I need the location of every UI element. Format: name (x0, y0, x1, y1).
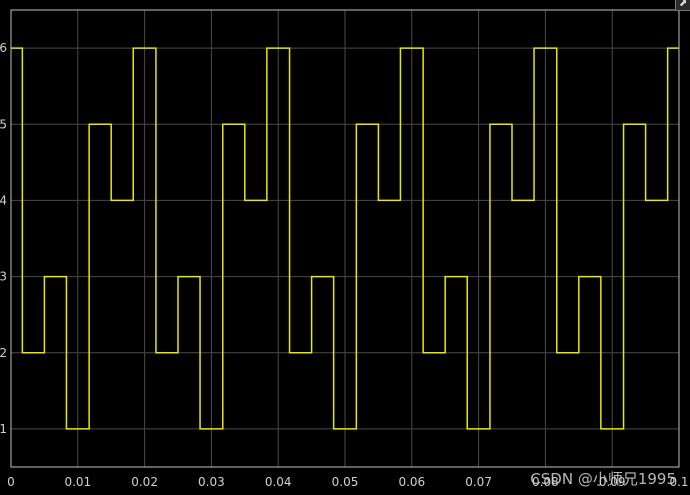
chart: 123456 0 0.01 0.02 0.03 0.04 0.05 0.06 0.07 0.08… (0, 9, 689, 489)
x-tick-label: 0.06 (398, 475, 425, 489)
y-tick-labels: 1 2 3 4 5 6 (0, 41, 7, 436)
y-tick-label: 4 (0, 193, 7, 207)
y-tick-label: 5 (0, 117, 7, 131)
x-tick-label: 0.03 (198, 475, 225, 489)
y-tick-label: 1 (0, 422, 7, 436)
expand-icon[interactable]: ⬈ (675, 0, 690, 11)
watermark: CSDN @小师兄1995 (530, 470, 676, 488)
y-tick-label: 6 (0, 41, 7, 55)
grid (11, 10, 679, 467)
x-tick-label: 0 (7, 475, 15, 489)
y-tick-label: 3 (0, 270, 7, 284)
x-tick-label: 0.05 (332, 475, 359, 489)
x-tick-label: 0.01 (64, 475, 91, 489)
x-tick-label: 0.07 (465, 475, 492, 489)
x-tick-label: 0.02 (131, 475, 158, 489)
y-tick-label: 2 (0, 346, 7, 360)
x-tick-label: 0.04 (265, 475, 292, 489)
